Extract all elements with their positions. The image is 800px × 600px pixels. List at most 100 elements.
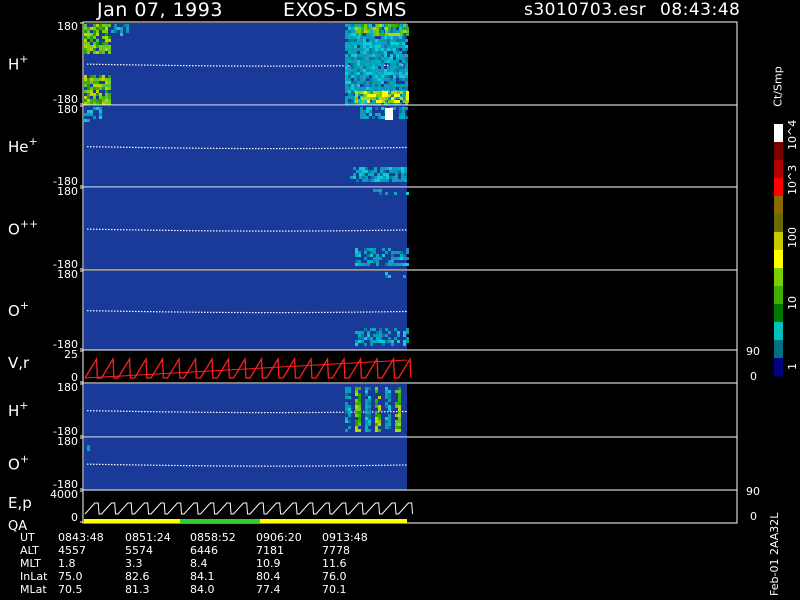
heatmap-cell [406,248,409,251]
pitch-angle-trace [345,147,347,149]
pitch-angle-trace [144,146,146,149]
heatmap-cell [90,48,93,51]
heatmap-cell [358,414,361,417]
pitch-angle-trace [171,64,173,67]
heatmap-cell [373,248,376,251]
heatmap-cell [368,411,371,414]
heatmap-cell [390,48,393,51]
pitch-angle-trace [372,147,374,149]
pitch-angle-trace [90,63,92,65]
pitch-angle-trace [297,147,299,150]
ephemeris-row-name: InLat [20,570,48,583]
pitch-angle-trace [93,228,95,230]
heatmap-cell [399,75,402,78]
heatmap-cell [391,340,394,343]
heatmap-cell [375,48,378,51]
heatmap-cell [368,170,371,173]
heatmap-cell [390,81,393,84]
heatmap-cell [381,51,384,54]
pitch-angle-trace [399,146,401,149]
pitch-angle-trace [393,229,395,231]
pitch-angle-trace [366,311,368,313]
pitch-angle-trace [105,146,107,148]
heatmap-cell [387,39,390,42]
heatmap-cell [351,51,354,54]
pitch-angle-trace [231,230,233,232]
pitch-angle-trace [378,147,380,149]
heatmap-cell [393,30,396,33]
heatmap-cell [360,75,363,78]
heatmap-cell [360,113,363,116]
pitch-angle-trace [156,411,158,413]
heatmap-cell [392,176,395,179]
pitch-angle-trace [228,147,230,150]
heatmap-cell [388,248,391,251]
heatmap-cell [348,396,351,399]
pitch-angle-trace [141,146,143,149]
pitch-angle-trace [126,464,128,466]
heatmap-cell [402,75,405,78]
heatmap-cell [93,33,96,36]
heatmap-cell [402,72,405,75]
pitch-angle-trace [201,147,203,149]
heatmap-cell [87,33,90,36]
pitch-angle-trace [264,230,266,232]
pitch-angle-trace [252,411,254,414]
heatmap-cell [365,402,368,405]
heatmap-cell [385,33,388,36]
heatmap-cell [397,257,400,260]
heatmap-cell [99,116,102,119]
pitch-angle-trace [231,147,233,150]
pitch-angle-trace [186,230,188,232]
pitch-angle-trace [255,147,257,150]
heatmap-cell [84,45,87,48]
heatmap-cell [90,78,93,81]
heatmap-cell [354,39,357,42]
pitch-angle-trace [114,229,116,231]
heatmap-cell [375,399,378,402]
heatmap-cell [363,66,366,69]
heatmap-cell [375,60,378,63]
pitch-angle-trace [231,411,233,414]
pitch-angle-trace [249,65,251,67]
ephemeris-value: 0843:48 [58,531,104,544]
pitch-angle-trace [102,228,104,231]
pitch-angle-trace [405,464,407,466]
heatmap-cell [362,179,365,182]
ephemeris-value: 0858:52 [190,531,236,544]
pitch-angle-trace [186,465,188,467]
heatmap-cell [84,51,87,54]
heatmap-cell [405,75,408,78]
heatmap-cell [406,192,409,195]
pitch-angle-trace [189,147,191,149]
pitch-angle-trace [189,311,191,313]
heatmap-cell [367,30,370,33]
pitch-angle-trace [327,411,329,413]
heatmap-cell [351,87,354,90]
heatmap-cell [375,81,378,84]
heatmap-cell [382,340,385,343]
heatmap-cell [87,78,90,81]
heatmap-cell [96,78,99,81]
heatmap-cell [348,81,351,84]
heatmap-cell [406,33,409,36]
pitch-angle-trace [351,311,353,313]
heatmap-cell [376,189,379,192]
heatmap-cell [381,116,384,119]
pitch-angle-trace [336,411,338,413]
heatmap-cell [350,176,353,179]
pitch-angle-trace [237,311,239,314]
heatmap-cell [369,87,372,90]
heatmap-cell [404,176,407,179]
pitch-angle-trace [345,465,347,467]
y-tick-top: 25 [64,348,78,361]
heatmap-cell [366,116,369,119]
pitch-angle-trace [330,411,332,413]
pitch-angle-trace [183,311,185,313]
heatmap-cell [84,96,87,99]
pitch-angle-trace [261,465,263,467]
heatmap-cell [406,331,409,334]
heatmap-cell [120,27,123,30]
pitch-angle-trace [258,411,260,414]
pitch-angle-trace [93,310,95,312]
